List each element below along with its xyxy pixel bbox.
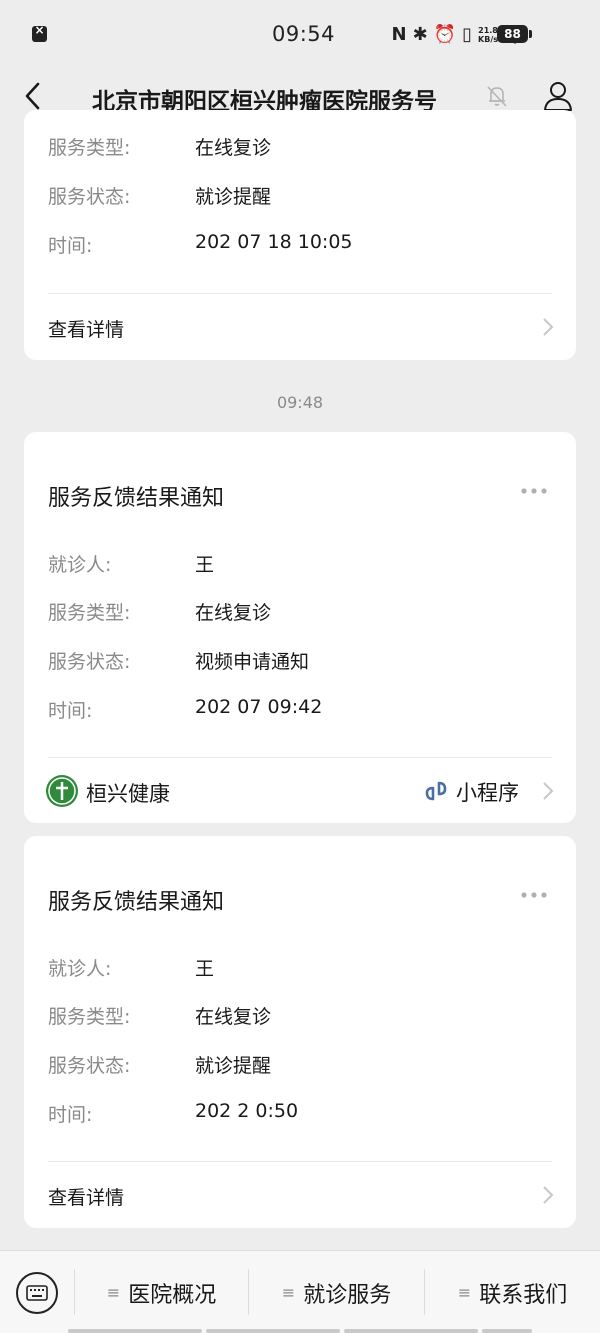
battery-icon: 88 — [497, 25, 532, 43]
field-value: 在线复诊 — [195, 602, 272, 624]
network-speed-value: 21.8 — [478, 26, 498, 35]
divider — [48, 1161, 552, 1162]
menu-item-label: 联系我们 — [479, 1282, 568, 1308]
field-label: 就诊人: — [48, 554, 112, 576]
menu-item-label: 医院概况 — [128, 1282, 217, 1308]
field-label: 就诊人: — [48, 958, 112, 980]
card-title: 服务反馈结果通知 — [48, 486, 225, 511]
field-value: 就诊提醒 — [195, 1055, 272, 1077]
field-label: 时间: — [48, 235, 93, 257]
menu-lines-icon: ≡ — [281, 1283, 296, 1302]
status-time: 09:54 — [272, 22, 336, 46]
field-value: 在线复诊 — [195, 1006, 272, 1028]
field-value: 202 07 18 10:05 — [195, 231, 353, 253]
menu-item-medical-services[interactable]: ≡ 就诊服务 — [249, 1251, 424, 1333]
network-speed: 21.8 KB/s — [478, 26, 498, 44]
field-value: 王 — [195, 554, 215, 576]
chevron-right-icon — [543, 782, 554, 800]
home-indicator — [206, 1329, 340, 1333]
field-label: 时间: — [48, 1104, 93, 1126]
vibrate-icon: ▯ — [462, 24, 473, 45]
more-dots-icon[interactable] — [520, 891, 548, 899]
back-arrow-icon[interactable] — [22, 82, 44, 110]
field-label: 服务状态: — [48, 186, 131, 208]
view-details-link[interactable]: 查看详情 — [48, 315, 124, 342]
status-bar: 09:54 N ✱ ⏰ ▯ 21.8 KB/s 88 — [0, 0, 600, 62]
mini-program-link-icon — [425, 781, 447, 801]
nfc-icon: N — [391, 24, 407, 45]
field-label: 服务状态: — [48, 1055, 131, 1077]
field-value: 就诊提醒 — [195, 186, 272, 208]
field-value: 视频申请通知 — [195, 651, 310, 673]
home-indicator — [344, 1329, 478, 1333]
mute-bell-icon — [487, 86, 507, 107]
notification-icon — [32, 23, 47, 42]
message-timestamp: 09:48 — [276, 393, 324, 412]
menu-lines-icon: ≡ — [457, 1283, 472, 1302]
menu-item-label: 就诊服务 — [303, 1282, 392, 1308]
field-label: 服务类型: — [48, 1006, 131, 1028]
field-label: 服务状态: — [48, 651, 131, 673]
message-card[interactable]: 服务反馈结果通知 就诊人: 王 服务类型: 在线复诊 服务状态: 视频申请通知 … — [24, 432, 576, 823]
message-card[interactable]: 服务反馈结果通知 就诊人: 王 服务类型: 在线复诊 服务状态: 就诊提醒 时间… — [24, 836, 576, 1228]
field-label: 时间: — [48, 700, 93, 722]
bluetooth-icon: ✱ — [412, 24, 428, 45]
menu-item-hospital-overview[interactable]: ≡ 医院概况 — [75, 1251, 248, 1333]
field-value: 在线复诊 — [195, 137, 272, 159]
home-indicator — [68, 1329, 202, 1333]
profile-icon[interactable] — [542, 80, 574, 112]
menu-item-contact-us[interactable]: ≡ 联系我们 — [425, 1251, 600, 1333]
mini-program-tag: 小程序 — [456, 781, 519, 805]
keyboard-toggle-button[interactable] — [16, 1272, 58, 1314]
chevron-right-icon — [543, 1186, 554, 1204]
view-details-link[interactable]: 查看详情 — [48, 1183, 124, 1210]
message-card[interactable]: 服务类型: 在线复诊 服务状态: 就诊提醒 时间: 202 07 18 10:0… — [24, 110, 576, 360]
divider — [48, 293, 552, 294]
hospital-logo-icon — [46, 775, 78, 807]
alarm-icon: ⏰ — [433, 24, 457, 45]
field-value: 王 — [195, 958, 215, 980]
more-dots-icon[interactable] — [520, 487, 548, 495]
field-label: 服务类型: — [48, 137, 131, 159]
field-label: 服务类型: — [48, 602, 131, 624]
keyboard-icon — [26, 1285, 48, 1301]
mini-program-name[interactable]: 桓兴健康 — [86, 778, 170, 808]
chevron-right-icon — [543, 318, 554, 336]
field-value: 202 2 0:50 — [195, 1100, 299, 1122]
divider — [48, 757, 552, 758]
field-value: 202 07 09:42 — [195, 696, 323, 718]
card-title: 服务反馈结果通知 — [48, 890, 225, 915]
network-speed-unit: KB/s — [478, 35, 498, 44]
menu-lines-icon: ≡ — [106, 1283, 121, 1302]
bottom-menu: ≡ 医院概况 ≡ 就诊服务 ≡ 联系我们 — [0, 1250, 600, 1333]
home-indicator — [482, 1329, 532, 1333]
